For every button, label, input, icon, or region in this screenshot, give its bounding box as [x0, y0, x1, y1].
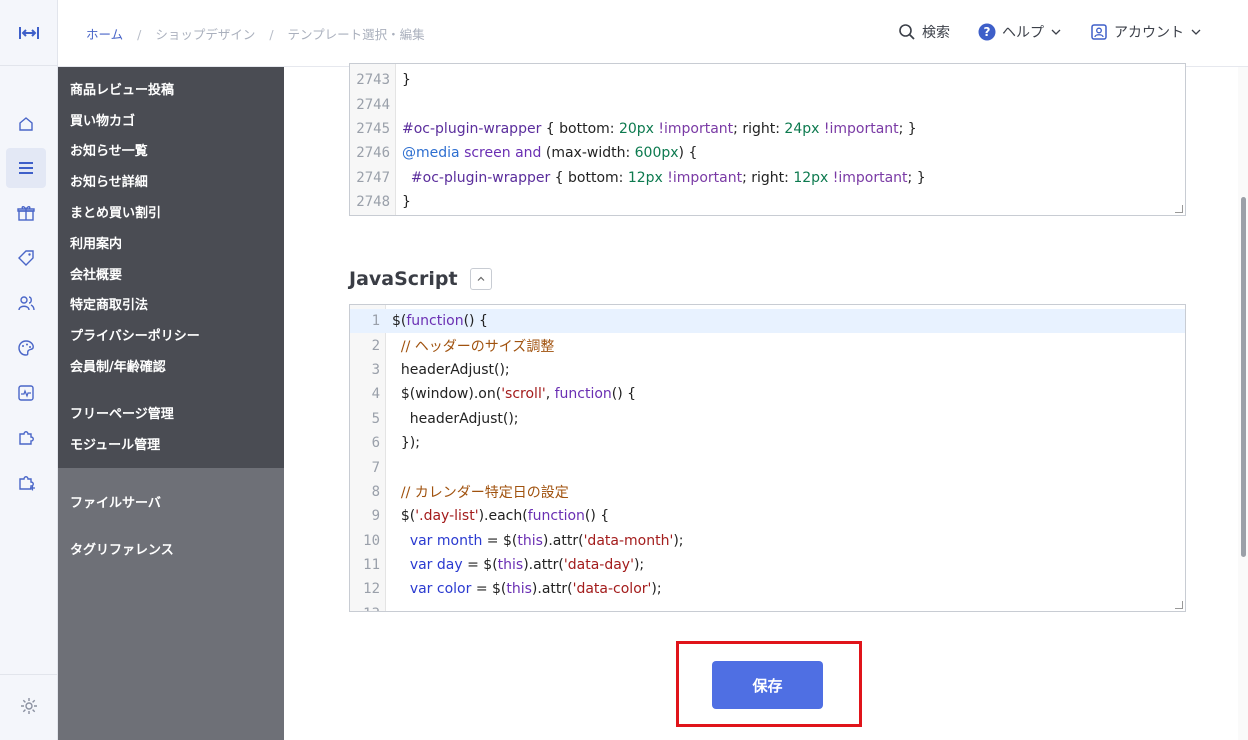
help-label: ヘルプ — [1002, 25, 1044, 41]
code-line: var day = $(this).attr('data-day'); — [409, 557, 645, 574]
code-line: #oc-plugin-wrapper { bottom: 20px !impor… — [402, 120, 917, 137]
code-line: } — [402, 194, 411, 211]
breadcrumb-separator: / — [269, 27, 274, 42]
menu-icon[interactable] — [6, 148, 46, 188]
account-label: アカウント — [1114, 25, 1184, 41]
palette-icon[interactable] — [6, 328, 46, 368]
breadcrumb-template-edit: テンプレート選択・編集 — [287, 27, 425, 42]
line-number: 9 — [371, 508, 380, 525]
resize-handle[interactable] — [1175, 601, 1183, 609]
line-number: 11 — [363, 557, 380, 574]
breadcrumb: ホーム / ショップデザイン / テンプレート選択・編集 — [86, 24, 425, 43]
scrollbar-thumb[interactable] — [1241, 197, 1246, 557]
sidebar-item-tokushoho[interactable]: 特定商取引法 — [58, 289, 284, 320]
line-number: 13 — [350, 606, 386, 611]
search-button[interactable]: 検索 — [898, 22, 950, 42]
help-menu[interactable]: ? ヘルプ — [978, 22, 1062, 42]
sidebar-item-news-list[interactable]: お知らせ一覧 — [58, 135, 284, 166]
puzzle-plus-icon[interactable] — [6, 463, 46, 503]
account-icon — [1091, 24, 1107, 40]
code-line: $(function() { — [392, 313, 488, 330]
code-line: $(window).on('scroll', function() { — [392, 386, 637, 403]
line-number: 12 — [363, 581, 380, 598]
code-line: var color = $(this).attr('data-color'); — [409, 581, 662, 598]
js-section-header: JavaScript — [349, 268, 492, 290]
logo-icon[interactable] — [0, 0, 57, 66]
users-icon[interactable] — [6, 283, 46, 323]
chevron-down-icon — [1191, 29, 1201, 35]
code-line: $('.day-list').each(function() { — [392, 508, 610, 525]
search-label: 検索 — [922, 25, 950, 41]
icon-rail — [0, 0, 58, 740]
sidebar-item-company[interactable]: 会社概要 — [58, 258, 284, 289]
main-content: 2743} 2744 2745 #oc-plugin-wrapper { bott… — [284, 63, 1238, 740]
js-code-editor[interactable]: 1 $(function() { 2 // ヘッダーのサイズ調整 3 header… — [349, 304, 1186, 612]
code-line: // ヘッダーのサイズ調整 — [400, 338, 555, 355]
code-line: }); — [392, 435, 420, 452]
search-icon — [899, 24, 915, 40]
js-section-title: JavaScript — [349, 268, 458, 290]
sidebar-item-tag-reference[interactable]: タグリファレンス — [58, 525, 284, 572]
line-number: 2745 — [356, 120, 390, 137]
code-line: @media screen and (max-width: 600px) { — [402, 145, 698, 162]
help-icon: ? — [978, 23, 996, 41]
home-icon[interactable] — [6, 104, 46, 144]
css-code-editor[interactable]: 2743} 2744 2745 #oc-plugin-wrapper { bott… — [349, 63, 1186, 216]
breadcrumb-home[interactable]: ホーム — [86, 27, 123, 42]
sidebar-item-bulk-discount[interactable]: まとめ買い割引 — [58, 196, 284, 227]
line-number: 7 — [371, 459, 380, 476]
sidebar-item-module[interactable]: モジュール管理 — [58, 428, 284, 459]
sidebar-extras: ファイルサーバ タグリファレンス — [58, 468, 284, 572]
sidebar-item-membership[interactable]: 会員制/年齢確認 — [58, 350, 284, 381]
sidebar-item-news-detail[interactable]: お知らせ詳細 — [58, 165, 284, 196]
page-scrollbar[interactable] — [1238, 67, 1248, 740]
template-sidebar: 商品レビュー投稿 買い物カゴ お知らせ一覧 お知らせ詳細 まとめ買い割引 利用案… — [58, 67, 284, 740]
sidebar-item-cart[interactable]: 買い物カゴ — [58, 104, 284, 135]
account-menu[interactable]: アカウント — [1090, 22, 1202, 42]
code-line: headerAdjust(); — [392, 361, 510, 378]
sidebar-item-review-post[interactable]: 商品レビュー投稿 — [58, 73, 284, 104]
line-number: 4 — [371, 386, 380, 403]
line-number: 2746 — [356, 145, 390, 162]
line-number: 5 — [371, 410, 380, 427]
breadcrumb-shop-design[interactable]: ショップデザイン — [155, 27, 255, 42]
line-number: 2744 — [356, 96, 390, 113]
sidebar-item-privacy[interactable]: プライバシーポリシー — [58, 319, 284, 350]
sidebar-item-file-server[interactable]: ファイルサーバ — [58, 478, 284, 525]
line-number: 2747 — [356, 169, 390, 186]
gift-icon[interactable] — [6, 193, 46, 233]
line-number: 8 — [371, 483, 380, 500]
line-number: 6 — [371, 435, 380, 452]
code-line: } — [402, 72, 411, 89]
code-line: #oc-plugin-wrapper { bottom: 12px !impor… — [410, 169, 926, 186]
chevron-down-icon — [1051, 29, 1061, 35]
svg-text:?: ? — [984, 25, 991, 39]
line-number: 1 — [371, 313, 380, 330]
code-line: var month = $(this).attr('data-month'); — [409, 532, 684, 549]
puzzle-icon[interactable] — [6, 418, 46, 458]
line-number: 10 — [363, 532, 380, 549]
line-number: 2 — [371, 337, 380, 354]
tag-icon[interactable] — [6, 238, 46, 278]
settings-area — [0, 674, 58, 740]
sidebar-item-guide[interactable]: 利用案内 — [58, 227, 284, 258]
gear-icon[interactable] — [19, 696, 39, 720]
breadcrumb-separator: / — [137, 27, 142, 42]
line-number: 3 — [371, 361, 380, 378]
resize-handle[interactable] — [1175, 205, 1183, 213]
activity-icon[interactable] — [6, 373, 46, 413]
line-number: 2743 — [356, 72, 390, 89]
code-line: headerAdjust(); — [392, 410, 519, 427]
template-list: 商品レビュー投稿 買い物カゴ お知らせ一覧 お知らせ詳細 まとめ買い割引 利用案… — [58, 67, 284, 468]
save-button[interactable]: 保存 — [712, 661, 823, 709]
code-line: // カレンダー特定日の設定 — [400, 484, 569, 501]
sidebar-item-free-page[interactable]: フリーページ管理 — [58, 397, 284, 428]
top-header: ホーム / ショップデザイン / テンプレート選択・編集 検索 ? ヘルプ アカ… — [58, 0, 1248, 67]
line-number: 2748 — [356, 194, 390, 211]
chevron-up-icon — [477, 276, 485, 281]
collapse-button[interactable] — [469, 268, 492, 290]
